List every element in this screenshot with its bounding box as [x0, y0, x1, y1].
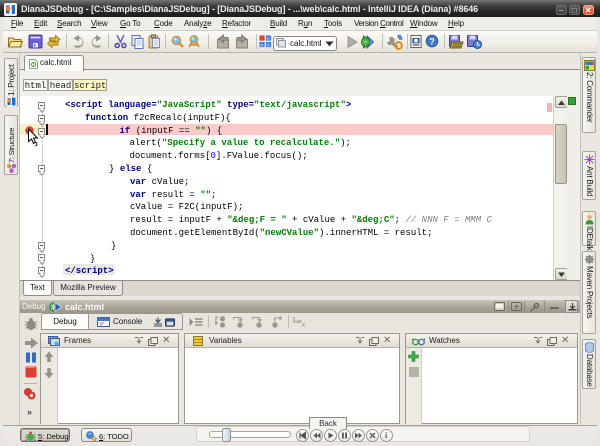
svg-text:?: ?: [429, 36, 434, 46]
svg-text:x: x: [301, 321, 306, 328]
